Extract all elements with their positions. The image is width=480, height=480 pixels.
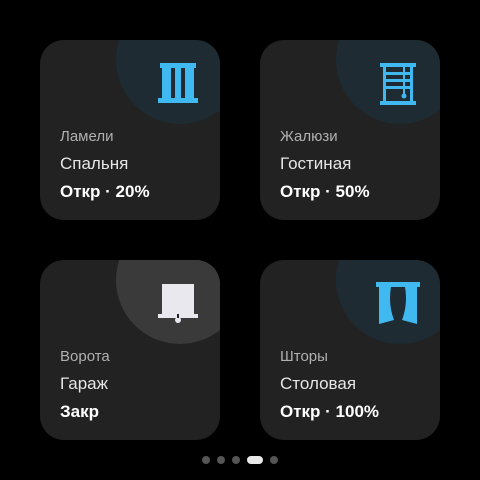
tile-state-label: Откр · 20% xyxy=(60,182,150,201)
tile-state-label: Откр · 50% xyxy=(280,182,370,201)
tile-room-label: Столовая xyxy=(280,374,357,393)
device-screen: Ламели Спальня Откр · 20% Жалюзи Гостина… xyxy=(0,0,480,480)
page-dot[interactable] xyxy=(217,456,225,464)
tile-state-label: Закр xyxy=(60,402,99,421)
tile-type-label: Шторы xyxy=(280,348,328,365)
page-dot[interactable] xyxy=(232,456,240,464)
door-icon xyxy=(154,60,202,108)
tile-type-label: Жалюзи xyxy=(280,128,338,145)
tile-curtains-dining-room[interactable]: Шторы Столовая Откр · 100% xyxy=(260,260,440,440)
garage-gate-icon xyxy=(154,280,202,328)
page-indicator xyxy=(0,456,480,464)
tile-gate-garage[interactable]: Ворота Гараж Закр xyxy=(40,260,220,440)
tile-type-label: Ламели xyxy=(60,128,114,145)
curtains-icon xyxy=(374,280,422,328)
tile-room-label: Спальня xyxy=(60,154,129,173)
page-dot[interactable] xyxy=(202,456,210,464)
tile-blinds-living-room[interactable]: Жалюзи Гостиная Откр · 50% xyxy=(260,40,440,220)
tile-room-label: Гостиная xyxy=(280,154,352,173)
tile-type-label: Ворота xyxy=(60,348,110,365)
tile-room-label: Гараж xyxy=(60,374,108,393)
tile-lamels-bedroom[interactable]: Ламели Спальня Откр · 20% xyxy=(40,40,220,220)
tile-state-label: Откр · 100% xyxy=(280,402,380,421)
page-dot[interactable] xyxy=(270,456,278,464)
blinds-icon xyxy=(374,60,422,108)
page-dot-active[interactable] xyxy=(247,456,263,464)
